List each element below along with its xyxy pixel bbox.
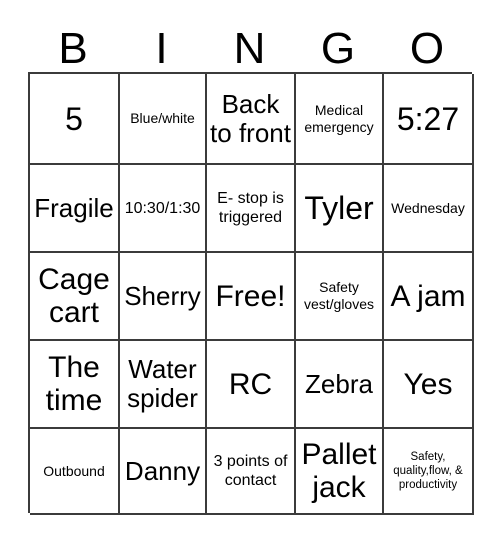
bingo-cell-r4c2[interactable]: Water spider (120, 341, 207, 429)
bingo-cell-text: 5 (65, 100, 83, 137)
bingo-cell-text: 3 points of contact (213, 453, 288, 489)
bingo-cell-r4c4[interactable]: Zebra (296, 341, 384, 429)
bingo-cell-text: Back to front (210, 88, 291, 148)
bingo-cell-free-space[interactable]: Free! (207, 253, 296, 341)
bingo-cell-r5c1[interactable]: Outbound (30, 429, 120, 515)
bingo-cell-r5c5[interactable]: Safety, quality,flow, & productivity (384, 429, 474, 515)
bingo-cell-text: Outbound (43, 462, 105, 479)
bingo-cell-r2c3[interactable]: E- stop is triggered (207, 165, 296, 253)
bingo-cell-r1c1[interactable]: 5 (30, 74, 120, 165)
bingo-cell-r3c1[interactable]: Cage cart (30, 253, 120, 341)
header-letter-i: I (155, 24, 168, 73)
bingo-cell-r2c5[interactable]: Wednesday (384, 165, 474, 253)
bingo-cell-text: Yes (403, 367, 453, 401)
bingo-cell-text: Danny (124, 455, 201, 486)
bingo-cell-text: 10:30/1:30 (124, 199, 201, 217)
bingo-cell-text: Cage cart (38, 263, 110, 329)
bingo-cell-r2c4[interactable]: Tyler (296, 165, 384, 253)
bingo-cell-r4c1[interactable]: The time (30, 341, 120, 429)
bingo-cell-text: Sherry (124, 280, 201, 311)
bingo-cell-text: Safety vest/gloves (303, 279, 375, 312)
bingo-cell-r1c4[interactable]: Medical emergency (296, 74, 384, 165)
bingo-cell-text: Fragile (34, 192, 114, 223)
header-letter-o: O (409, 24, 445, 73)
header-letter-b: B (58, 24, 88, 73)
bingo-cell-text: Zebra (305, 368, 373, 399)
bingo-cell-text: Pallet jack (301, 438, 377, 504)
bingo-cell-text: Safety, quality,flow, & productivity (393, 451, 463, 491)
bingo-cell-text: Blue/white (130, 110, 195, 126)
header-letter-g: G (320, 24, 356, 73)
bingo-cell-r1c3[interactable]: Back to front (207, 74, 296, 165)
bingo-cell-text: Water spider (127, 354, 198, 413)
bingo-cell-text: 5:27 (396, 100, 460, 137)
bingo-cell-text: Wednesday (391, 199, 465, 216)
bingo-cell-text: RC (228, 367, 273, 401)
bingo-cell-r1c5[interactable]: 5:27 (384, 74, 474, 165)
bingo-cell-r2c2[interactable]: 10:30/1:30 (120, 165, 207, 253)
bingo-cell-r4c3[interactable]: RC (207, 341, 296, 429)
bingo-cell-r3c5[interactable]: A jam (384, 253, 474, 341)
bingo-cell-text: A jam (390, 279, 466, 313)
bingo-cell-r4c5[interactable]: Yes (384, 341, 474, 429)
header-letter-n: N (233, 24, 266, 73)
bingo-cell-text: Medical emergency (304, 101, 374, 135)
bingo-cell-r5c2[interactable]: Danny (120, 429, 207, 515)
bingo-cell-r2c1[interactable]: Fragile (30, 165, 120, 253)
bingo-grid: 5 Blue/white Back to front Medical emerg… (28, 72, 474, 515)
bingo-cell-r1c2[interactable]: Blue/white (120, 74, 207, 165)
bingo-cell-r3c2[interactable]: Sherry (120, 253, 207, 341)
bingo-cell-text: E- stop is triggered (217, 190, 284, 226)
bingo-cell-text: Tyler (304, 190, 374, 226)
bingo-cell-text: The time (45, 351, 103, 417)
bingo-cell-r5c3[interactable]: 3 points of contact (207, 429, 296, 515)
bingo-cell-r3c4[interactable]: Safety vest/gloves (296, 253, 384, 341)
bingo-cell-r5c4[interactable]: Pallet jack (296, 429, 384, 515)
bingo-cell-text: Free! (215, 279, 286, 313)
bingo-card: B I N G O 5 Blue/white Back to front Med… (0, 0, 500, 544)
bingo-header: B I N G O (28, 18, 472, 72)
